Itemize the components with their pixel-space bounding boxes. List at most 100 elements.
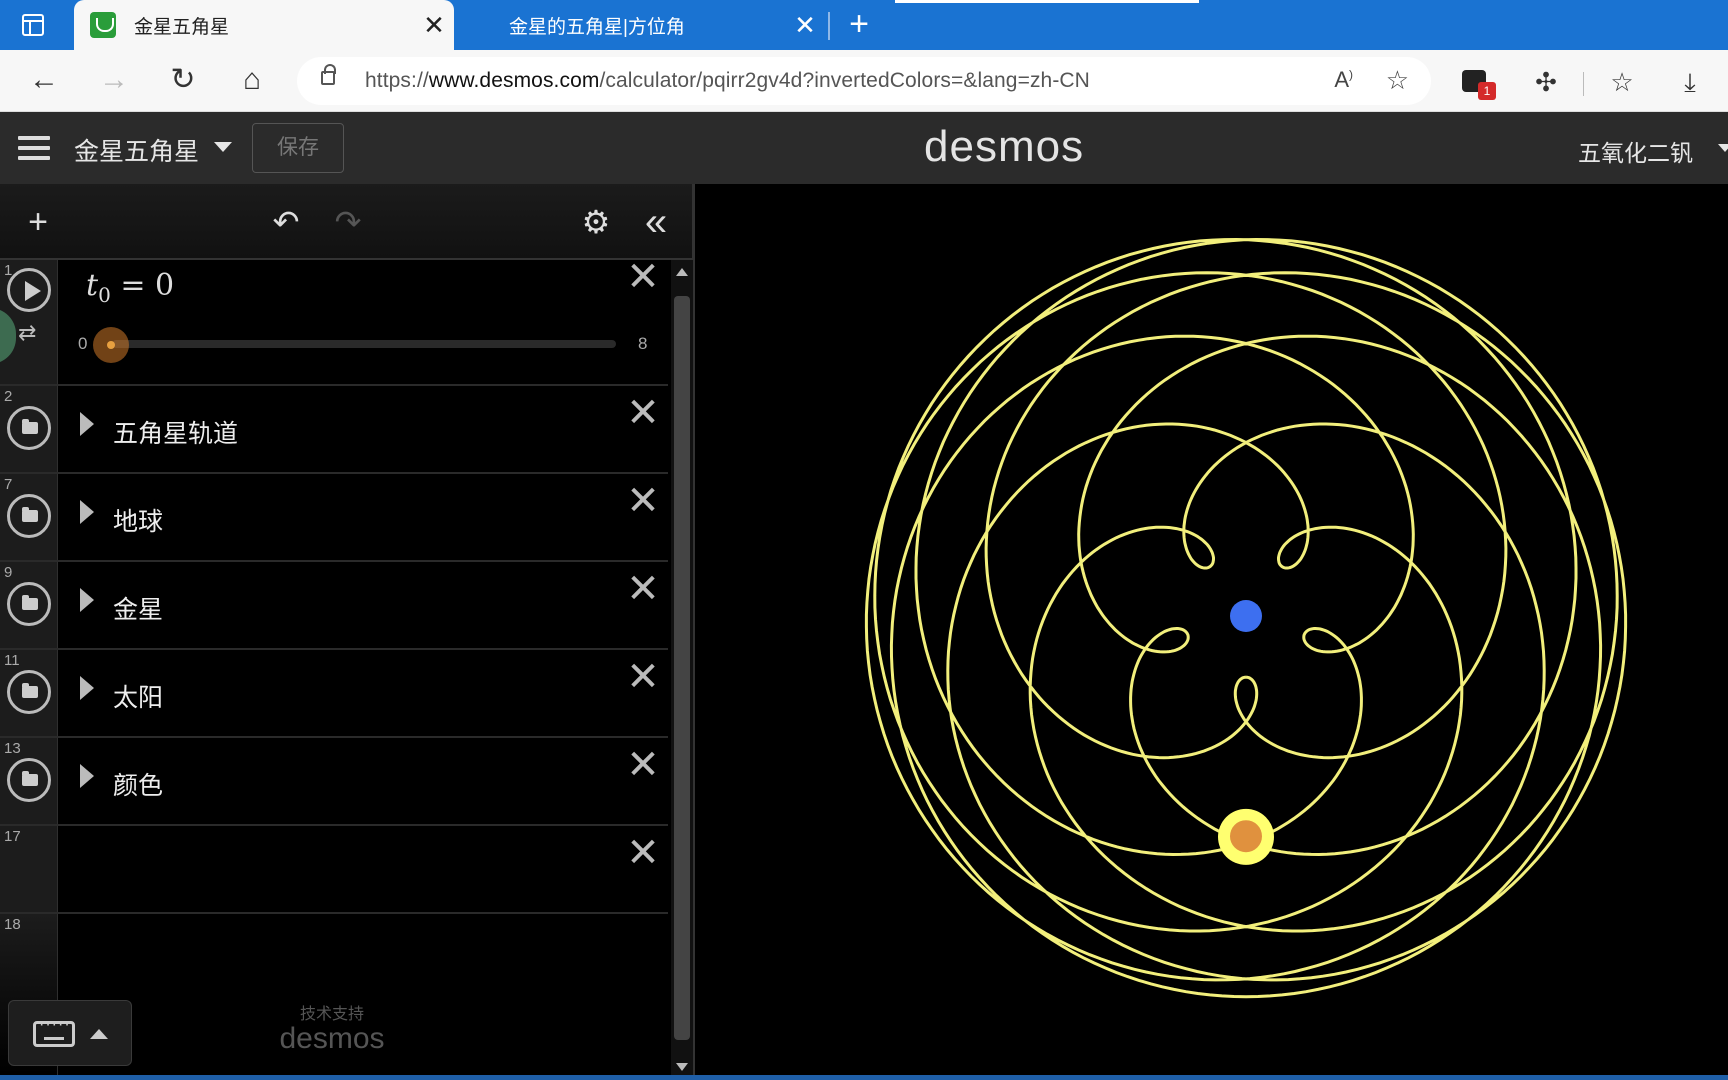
lock-icon[interactable] (321, 64, 336, 85)
graph-svg[interactable] (698, 184, 1728, 1075)
collapse-panel-icon[interactable]: « (636, 202, 676, 242)
folder-row[interactable]: 13 颜色 ✕ (0, 738, 668, 826)
extensions-puzzle-icon[interactable]: ✣ (1526, 62, 1566, 102)
tab-active[interactable]: 金星五角星 ✕ (74, 0, 454, 50)
folder-label[interactable]: 太阳 (113, 678, 163, 714)
folder-label[interactable]: 地球 (113, 502, 163, 538)
powered-by-logo: desmos (279, 1022, 385, 1055)
folder-toggle-button[interactable] (7, 758, 51, 802)
powered-by-desmos[interactable]: 技术支持 desmos (272, 1000, 392, 1054)
expression-toolbar: + ↶ ↷ ⚙ « (0, 184, 692, 260)
tab-close-icon[interactable]: ✕ (414, 10, 454, 41)
folder-icon (22, 419, 38, 434)
favorites-icon[interactable]: ☆ (1602, 62, 1642, 102)
row-gutter: 9 (0, 562, 58, 648)
tab-inactive[interactable]: 金星的五角星|方位角 ✕ (455, 0, 825, 50)
graph-canvas[interactable] (698, 184, 1728, 1075)
play-slider-button[interactable] (7, 268, 51, 312)
folder-icon (22, 507, 38, 522)
folder-toggle-button[interactable] (7, 670, 51, 714)
expression-row-slider[interactable]: 1 ⇄ t0 = 0 ✕ 0 8 (0, 260, 668, 386)
url-text[interactable]: https://www.desmos.com/calculator/pqirr2… (365, 69, 1090, 93)
expand-triangle-icon[interactable] (80, 764, 94, 788)
row-gutter: 17 (0, 826, 58, 912)
slider-min[interactable]: 0 (78, 334, 87, 354)
user-chevron-down-icon[interactable] (1718, 144, 1728, 152)
folder-toggle-button[interactable] (7, 582, 51, 626)
delete-expression-icon[interactable]: ✕ (626, 569, 660, 609)
scroll-down-icon[interactable] (676, 1063, 688, 1071)
user-menu[interactable]: 五氧化二钒 (1578, 134, 1693, 168)
address-bar[interactable]: https://www.desmos.com/calculator/pqirr2… (297, 57, 1431, 105)
home-icon[interactable]: ⌂ (232, 60, 272, 100)
slider-max[interactable]: 8 (638, 334, 647, 354)
add-expression-icon[interactable]: + (18, 202, 58, 242)
row-index: 7 (4, 476, 13, 493)
slider-equation[interactable]: t0 = 0 (86, 268, 174, 307)
desmos-header: 金星五角星 保存 desmos 五氧化二钒 (0, 112, 1728, 184)
delete-expression-icon[interactable]: ✕ (626, 745, 660, 785)
row-index: 2 (4, 388, 13, 405)
scroll-up-icon[interactable] (676, 268, 688, 276)
loop-mode-icon[interactable] (0, 308, 16, 364)
browser-toolbar: ← → ↻ ⌂ https://www.desmos.com/calculato… (0, 50, 1728, 112)
play-icon (25, 281, 41, 301)
folder-row[interactable]: 9 金星 ✕ (0, 562, 668, 650)
keypad-toggle-button[interactable] (8, 1000, 132, 1066)
extension-icon[interactable]: 1 (1462, 70, 1496, 100)
expand-triangle-icon[interactable] (80, 412, 94, 436)
toolbar-separator (1583, 72, 1584, 96)
folder-label[interactable]: 五角星轨道 (113, 414, 238, 450)
delete-expression-icon[interactable]: ✕ (626, 260, 660, 297)
new-tab-icon[interactable]: + (842, 6, 876, 44)
empty-expression-row[interactable]: 17 ✕ (0, 826, 668, 914)
back-icon[interactable]: ← (24, 60, 64, 100)
expand-triangle-icon[interactable] (80, 500, 94, 524)
folder-toggle-button[interactable] (7, 406, 51, 450)
row-gutter: 11 (0, 650, 58, 736)
read-aloud-icon[interactable]: A) (1334, 67, 1353, 93)
slider-track[interactable] (112, 340, 616, 348)
forward-icon[interactable]: → (94, 60, 134, 100)
graph-title-chevron-down-icon[interactable] (214, 142, 232, 152)
redo-icon[interactable]: ↷ (328, 202, 368, 242)
keyboard-icon (33, 1016, 75, 1047)
folder-row[interactable]: 7 地球 ✕ (0, 474, 668, 562)
add-favorite-icon[interactable]: ☆ (1386, 65, 1409, 96)
graph-title[interactable]: 金星五角星 (74, 132, 199, 168)
browser-tab-bar: 金星五角星 ✕ 金星的五角星|方位角 ✕ + (0, 0, 1728, 50)
tab-actions-icon[interactable] (22, 14, 44, 36)
venus-point[interactable] (1230, 820, 1262, 853)
expand-triangle-icon[interactable] (80, 588, 94, 612)
save-button[interactable]: 保存 (252, 123, 344, 173)
expression-panel: + ↶ ↷ ⚙ « 1 ⇄ t0 = 0 ✕ 0 8 2 五角星轨道 ✕ 7 地… (0, 184, 695, 1075)
delete-expression-icon[interactable]: ✕ (626, 833, 660, 873)
chevron-up-icon (90, 1029, 108, 1039)
earth-point[interactable] (1230, 600, 1262, 632)
folder-label[interactable]: 颜色 (113, 766, 163, 802)
extension-badge: 1 (1478, 82, 1496, 100)
downloads-icon[interactable]: ⤓ (1670, 62, 1710, 102)
folder-toggle-button[interactable] (7, 494, 51, 538)
folder-label[interactable]: 金星 (113, 590, 163, 626)
expression-scrollbar[interactable] (671, 260, 693, 1075)
row-index: 11 (4, 652, 20, 669)
window-strip (895, 0, 1199, 3)
scrollbar-thumb[interactable] (674, 296, 690, 1040)
refresh-icon[interactable]: ↻ (163, 60, 203, 100)
hamburger-menu-icon[interactable] (18, 136, 50, 160)
delete-expression-icon[interactable]: ✕ (626, 481, 660, 521)
expand-triangle-icon[interactable] (80, 676, 94, 700)
delete-expression-icon[interactable]: ✕ (626, 393, 660, 433)
delete-expression-icon[interactable]: ✕ (626, 657, 660, 697)
undo-icon[interactable]: ↶ (266, 202, 306, 242)
slider-thumb[interactable] (93, 327, 129, 363)
folder-row[interactable]: 11 太阳 ✕ (0, 650, 668, 738)
row-index: 18 (4, 916, 21, 933)
settings-gear-icon[interactable]: ⚙ (576, 202, 616, 242)
desmos-logo: desmos (924, 122, 1085, 171)
loop-arrows-icon[interactable]: ⇄ (18, 320, 36, 346)
row-gutter: 13 (0, 738, 58, 824)
tab-close-icon[interactable]: ✕ (785, 10, 825, 41)
folder-row[interactable]: 2 五角星轨道 ✕ (0, 386, 668, 474)
